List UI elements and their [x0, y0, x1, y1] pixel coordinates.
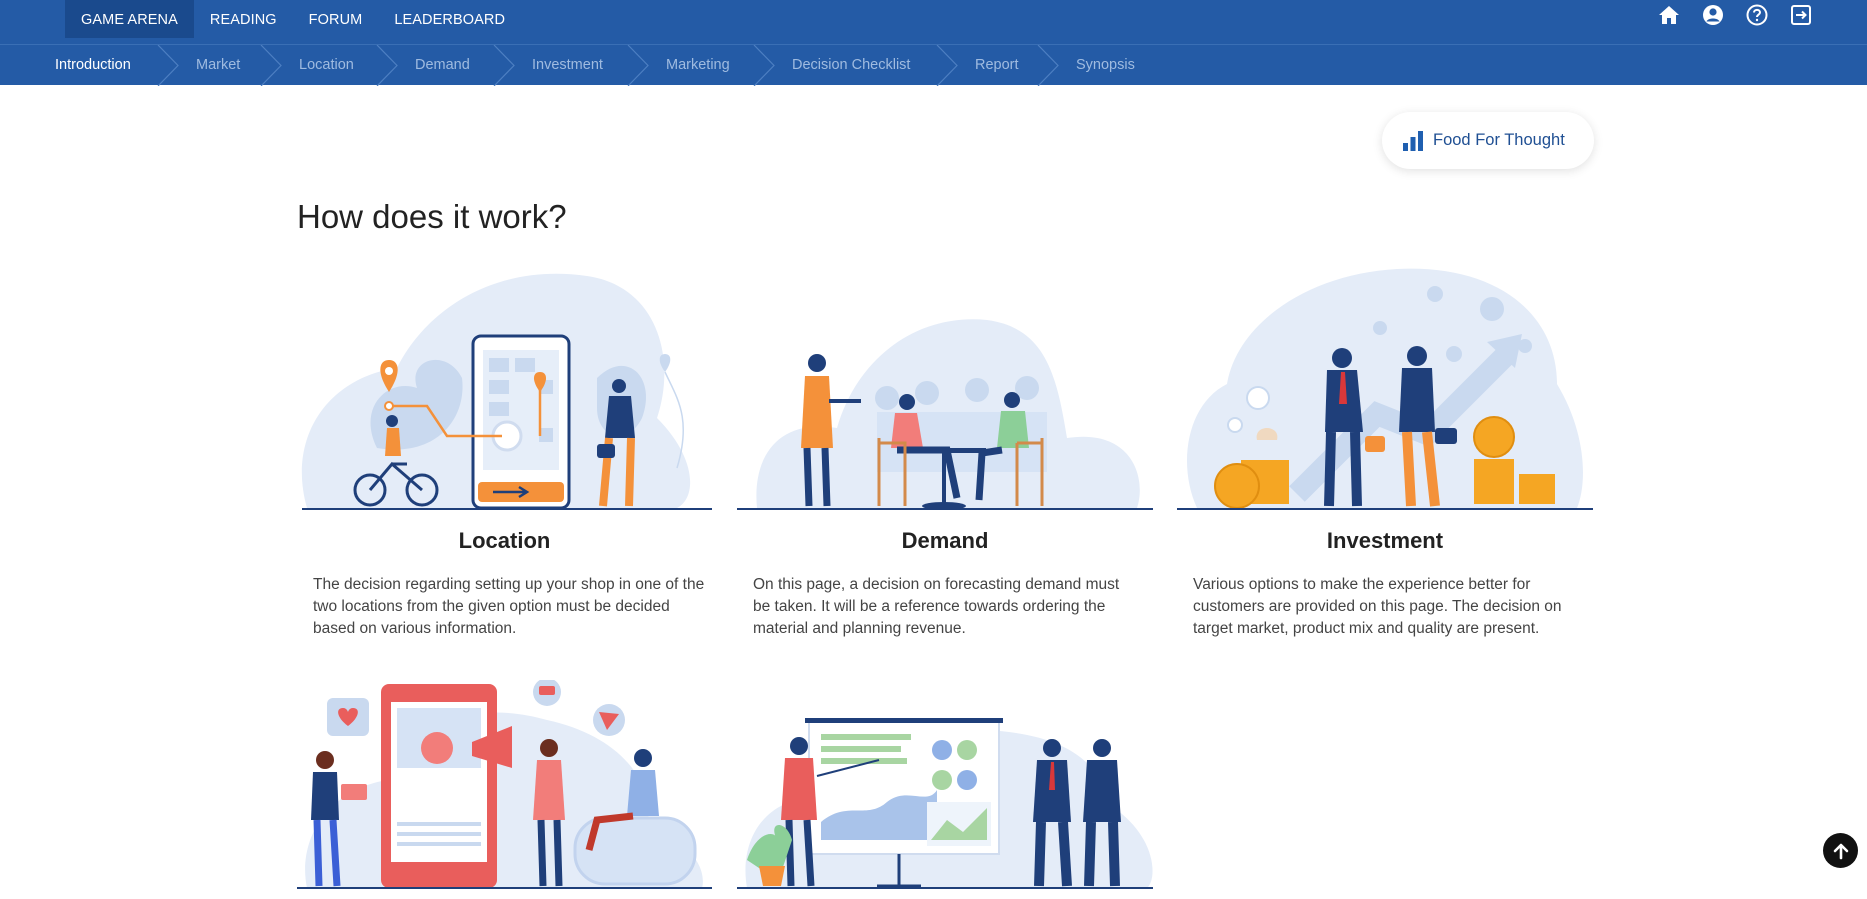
user-circle-icon[interactable]	[1701, 3, 1725, 27]
demand-illustration	[737, 319, 1153, 510]
scroll-to-top-button[interactable]	[1823, 833, 1858, 868]
menu-forum[interactable]: FORUM	[293, 0, 379, 38]
step-separator	[157, 45, 179, 86]
step-marketing[interactable]: Marketing	[666, 45, 730, 86]
location-illustration	[301, 273, 712, 510]
card-title-investment: Investment	[1326, 528, 1444, 553]
step-separator	[753, 45, 775, 86]
card-title-demand: Demand	[901, 528, 989, 553]
main-menu: GAME ARENA READING FORUM LEADERBOARD	[65, 0, 521, 38]
step-location[interactable]: Location	[299, 45, 354, 86]
investment-illustration	[1177, 268, 1593, 510]
card-desc-investment: Various options to make the experience b…	[1193, 576, 1562, 637]
menu-game-arena[interactable]: GAME ARENA	[65, 0, 194, 38]
step-report[interactable]: Report	[975, 45, 1019, 86]
step-investment[interactable]: Investment	[532, 45, 603, 86]
step-separator	[493, 45, 515, 86]
step-separator	[1037, 45, 1059, 86]
menu-reading[interactable]: READING	[194, 0, 293, 38]
page-title: How does it work?	[297, 198, 567, 235]
card-title-location: Location	[458, 528, 551, 553]
help-icon[interactable]	[1745, 3, 1769, 27]
step-separator	[376, 45, 398, 86]
step-breadcrumb: Introduction Market Location Demand Inve…	[0, 44, 1867, 86]
arrow-up-icon	[1833, 843, 1848, 859]
top-navbar: GAME ARENA READING FORUM LEADERBOARD	[0, 0, 1867, 44]
menu-leaderboard[interactable]: LEADERBOARD	[378, 0, 521, 38]
step-demand[interactable]: Demand	[415, 45, 470, 86]
food-for-thought-label: Food For Thought	[1433, 131, 1565, 149]
logout-icon[interactable]	[1789, 3, 1813, 27]
step-separator	[627, 45, 649, 86]
step-separator	[936, 45, 958, 86]
step-introduction[interactable]: Introduction	[55, 45, 131, 86]
marketing-illustration	[297, 680, 712, 889]
bar-chart-icon	[1403, 130, 1423, 151]
step-synopsis[interactable]: Synopsis	[1076, 45, 1135, 86]
step-separator	[260, 45, 282, 86]
home-icon[interactable]	[1657, 3, 1681, 27]
step-market[interactable]: Market	[196, 45, 240, 86]
report-illustration	[737, 718, 1153, 889]
card-desc-demand: On this page, a decision on forecasting …	[753, 576, 1120, 637]
card-desc-location: The decision regarding setting up your s…	[313, 576, 705, 637]
nav-icons	[1657, 3, 1813, 27]
food-for-thought-button[interactable]: Food For Thought	[1382, 112, 1594, 169]
step-decision-checklist[interactable]: Decision Checklist	[792, 45, 910, 86]
